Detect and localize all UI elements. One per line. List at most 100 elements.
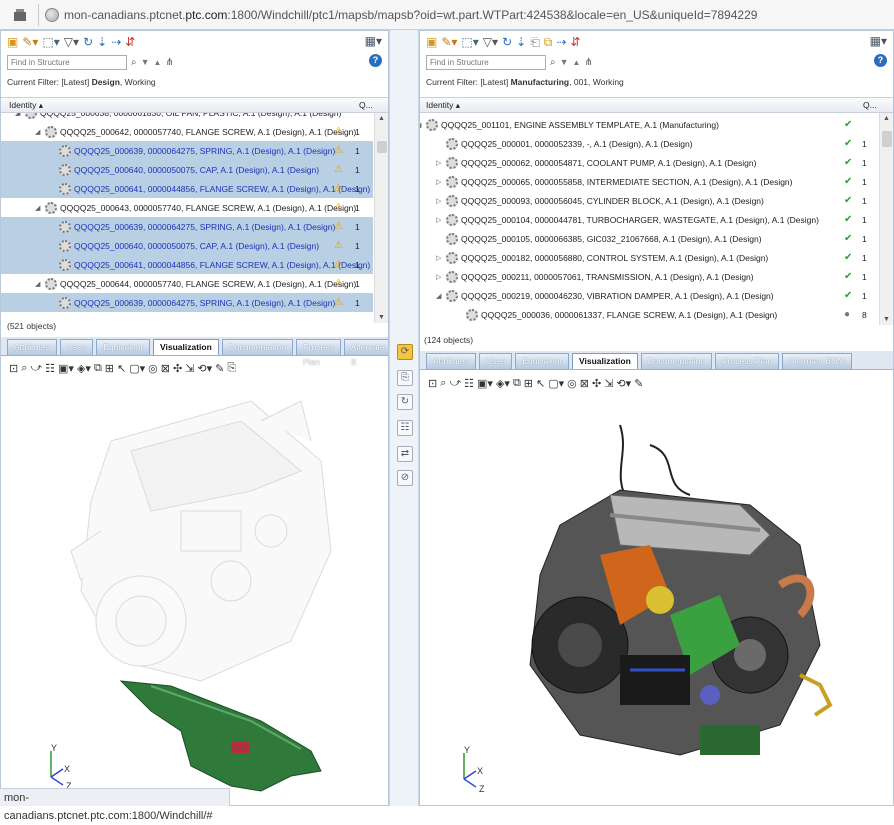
binoculars-icon[interactable]: ⌕ — [550, 57, 556, 68]
paste-icon[interactable]: ⎗ — [530, 36, 540, 48]
part-label[interactable]: QQQQ25_000211, 0000057061, TRANSMISSION,… — [461, 272, 754, 282]
tab-visualization[interactable]: Visualization — [152, 339, 219, 355]
part-label[interactable]: QQQQ25_000036, 0000061337, FLANGE SCREW,… — [481, 310, 777, 320]
expand-toggle-icon[interactable]: ◢ — [35, 204, 40, 212]
measure-icon[interactable]: ◎ — [148, 362, 158, 375]
part-label[interactable]: QQQQ25_000639, 0000064275, SPRING, A.1 (… — [74, 298, 335, 308]
shape-icon[interactable]: ▢▾ — [129, 362, 145, 375]
tab-attributes[interactable]: Attributes — [426, 353, 476, 369]
transform-icon[interactable]: ⇄ — [397, 446, 413, 462]
tree-row[interactable]: QQQQ25_000639, 0000064275, SPRING, A.1 (… — [1, 217, 373, 236]
filter-small-icon[interactable]: ▼ — [141, 57, 150, 67]
zoom-icon[interactable]: ⌕ — [440, 377, 446, 390]
tab-uses[interactable]: Uses — [478, 353, 513, 369]
tree-row[interactable]: QQQQ25_000105, 0000066385, GIC032_210676… — [420, 229, 878, 248]
filter-icon[interactable]: ▽▾ — [483, 36, 498, 48]
expand-toggle-icon[interactable]: ▷ — [436, 216, 441, 224]
tab-equivalent[interactable]: Equivalent — [96, 339, 150, 355]
identity-column-header[interactable]: Identity ▴ — [426, 100, 460, 111]
pick-icon[interactable]: ⤻ — [30, 362, 42, 375]
tab-alternate-b[interactable]: Alternate B — [343, 339, 388, 367]
expand-toggle-icon[interactable]: ◢ — [15, 113, 20, 117]
tree-row[interactable]: ◢ QQQQ25_000219, 0000046230, VIBRATION DA… — [420, 286, 878, 305]
edit-icon[interactable]: ✎▾ — [22, 36, 38, 48]
binoculars-icon[interactable]: ⌕ — [131, 57, 137, 68]
tree-row[interactable]: QQQQ25_000001, 0000052339, -, A.1 (Desig… — [420, 134, 878, 153]
part-label[interactable]: QQQQ25_000219, 0000046230, VIBRATION DAM… — [461, 291, 774, 301]
refresh-icon[interactable]: ↻ — [83, 36, 93, 48]
oil-pan-highlight[interactable] — [119, 680, 322, 792]
3d-viewer-left[interactable]: Y X Z — [1, 381, 388, 805]
explode-icon[interactable]: ⧉ — [513, 377, 521, 390]
expand-toggle-icon[interactable]: ◢ — [35, 280, 40, 288]
tab-attributes[interactable]: Attributes — [7, 339, 57, 355]
tab-alternate-bom[interactable]: Alternate BOM — [782, 353, 852, 369]
new-icon[interactable]: ▣ — [426, 36, 437, 48]
unlink-icon[interactable]: ⊘ — [397, 470, 413, 486]
part-label[interactable]: QQQQ25_000639, 0000064275, SPRING, A.1 (… — [74, 146, 335, 156]
tree-row[interactable]: QQQQ25_000639, 0000064275, SPRING, A.1 (… — [1, 141, 373, 160]
part-label[interactable]: QQQQ25_000638, 0000061830, OIL PAN, PLAS… — [40, 113, 341, 118]
3d-viewer-right[interactable]: Y X Z — [420, 395, 893, 805]
tree-row[interactable]: ▷ QQQQ25_000211, 0000057061, TRANSMISSION… — [420, 267, 878, 286]
part-label[interactable]: QQQQ25_000639, 0000064275, SPRING, A.1 (… — [74, 222, 335, 232]
tab-process-plan[interactable]: Process Plan — [714, 353, 780, 369]
replace-icon[interactable]: ⧉ — [544, 36, 553, 48]
url-text[interactable]: mon-canadians.ptcnet.ptc.com:1800/Windch… — [64, 8, 757, 22]
orient-icon[interactable]: ⟲▾ — [616, 377, 631, 390]
rotate-icon[interactable]: ✣ — [592, 377, 601, 390]
markup-icon[interactable]: ⊠ — [580, 377, 589, 390]
part-label[interactable]: QQQQ25_000065, 0000055858, INTERMEDIATE … — [461, 177, 793, 187]
zoom-fit-icon[interactable]: ⊡ — [428, 377, 437, 390]
structure-icon[interactable]: ☷ — [464, 377, 474, 390]
sync-icon[interactable]: ⟳ — [397, 344, 413, 360]
options-icon[interactable]: ⋔ — [165, 57, 173, 68]
layout-icon[interactable]: ▦▾ — [365, 34, 382, 48]
move-icon[interactable]: ⇲ — [185, 362, 194, 375]
engine-assembly-model[interactable] — [420, 395, 893, 805]
zoom-icon[interactable]: ⌕ — [21, 362, 27, 375]
tab-documentation[interactable]: Documentation — [221, 339, 293, 355]
quantity-column-header[interactable]: Q... — [359, 100, 373, 110]
zoom-fit-icon[interactable]: ⊡ — [9, 362, 18, 375]
layout-icon[interactable]: ▦▾ — [870, 34, 887, 48]
rotate-icon[interactable]: ✣ — [173, 362, 182, 375]
select-icon[interactable]: ↖ — [117, 362, 126, 375]
tree-row[interactable]: ▷ QQQQ25_000104, 0000044781, TURBOCHARGER… — [420, 210, 878, 229]
expand-toggle-icon[interactable]: ◢ — [35, 128, 40, 136]
home-icon[interactable] — [8, 3, 32, 27]
help-icon[interactable]: ? — [874, 54, 887, 67]
tab-visualization[interactable]: Visualization — [571, 353, 638, 369]
expand-toggle-icon[interactable]: ▷ — [436, 254, 441, 262]
tree-row[interactable]: ▷ QQQQ25_000093, 0000056045, CYLINDER BLO… — [420, 191, 878, 210]
expand-toggle-icon[interactable]: ▷ — [436, 273, 441, 281]
copy-icon[interactable]: ⎘ — [397, 370, 413, 386]
help-icon[interactable]: ? — [369, 54, 382, 67]
insert-icon[interactable]: ⬚▾ — [42, 36, 59, 48]
tab-equivalent[interactable]: Equivalent — [515, 353, 569, 369]
insert-icon[interactable]: ⬚▾ — [461, 36, 478, 48]
edit-icon[interactable]: ✎▾ — [441, 36, 457, 48]
new-icon[interactable]: ▣ — [7, 36, 18, 48]
tree-row[interactable]: ◢ QQQQ25_000638, 0000061830, OIL PAN, PLA… — [1, 113, 373, 122]
part-label[interactable]: QQQQ25_000640, 0000050075, CAP, A.1 (Des… — [74, 241, 319, 251]
compare-icon[interactable]: ⇵ — [570, 36, 580, 48]
expand-toggle-icon[interactable]: ◢ — [420, 121, 421, 129]
annotate-icon[interactable]: ✎ — [634, 377, 643, 390]
tree-row[interactable]: QQQQ25_000640, 0000050075, CAP, A.1 (Des… — [1, 236, 373, 255]
search-input[interactable] — [7, 54, 127, 70]
render-icon[interactable]: ◈▾ — [496, 377, 510, 390]
section-icon[interactable]: ⊞ — [105, 362, 114, 375]
collapse-icon[interactable]: ⇢ — [111, 36, 121, 48]
measure-icon[interactable]: ◎ — [567, 377, 577, 390]
part-label[interactable]: QQQQ25_000104, 0000044781, TURBOCHARGER,… — [461, 215, 819, 225]
address-bar[interactable]: mon-canadians.ptcnet.ptc.com:1800/Windch… — [0, 0, 894, 30]
part-label[interactable]: QQQQ25_000093, 0000056045, CYLINDER BLOC… — [461, 196, 764, 206]
search-input[interactable] — [426, 54, 546, 70]
tree-row[interactable]: QQQQ25_000036, 0000061337, FLANGE SCREW,… — [420, 305, 878, 324]
tab-documentation[interactable]: Documentation — [640, 353, 712, 369]
pick-icon[interactable]: ⤻ — [449, 377, 461, 390]
select-icon[interactable]: ↖ — [536, 377, 545, 390]
collapse-icon[interactable]: ⇢ — [556, 36, 566, 48]
tab-process-plan[interactable]: Process Plan — [295, 339, 341, 367]
